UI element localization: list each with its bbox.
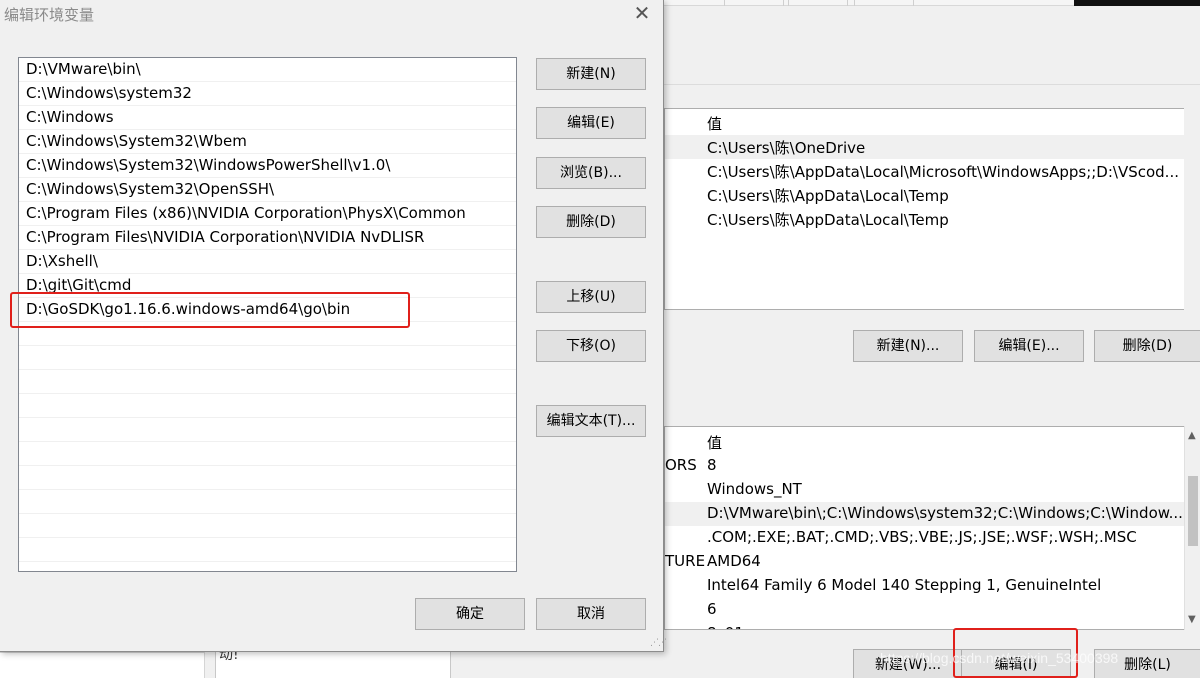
value-column-header[interactable]: 值 xyxy=(707,432,722,453)
move-up-button[interactable]: 上移(U) xyxy=(536,281,646,313)
list-item[interactable]: C:\Program Files (x86)\NVIDIA Corporatio… xyxy=(19,202,516,226)
empty-row xyxy=(19,514,516,538)
variable-value: 8 xyxy=(707,456,717,474)
user-variables-list[interactable]: 值 C:\Users\陈\OneDrive C:\Users\陈\AppData… xyxy=(664,108,1184,310)
variable-name: TURE xyxy=(665,552,706,570)
list-header[interactable]: 值 xyxy=(665,430,1184,454)
empty-row xyxy=(19,346,516,370)
path-entry: D:\VMware\bin\ xyxy=(26,60,141,78)
toolbar-dark-region xyxy=(1074,0,1200,6)
toolbar-tab[interactable] xyxy=(854,0,914,6)
empty-row xyxy=(19,466,516,490)
list-item[interactable]: C:\Windows\System32\WindowsPowerShell\v1… xyxy=(19,154,516,178)
cancel-button[interactable]: 取消 xyxy=(536,598,646,630)
variable-value: AMD64 xyxy=(707,552,761,570)
user-new-button[interactable]: 新建(N)... xyxy=(853,330,963,362)
list-item[interactable]: C:\Users\陈\AppData\Local\Microsoft\Windo… xyxy=(665,159,1184,183)
path-entry: D:\Xshell\ xyxy=(26,252,98,270)
close-icon[interactable]: ✕ xyxy=(620,0,664,28)
list-item[interactable]: .COM;.EXE;.BAT;.CMD;.VBS;.VBE;.JS;.JSE;.… xyxy=(665,526,1184,550)
variable-value: C:\Users\陈\OneDrive xyxy=(707,139,866,157)
list-item[interactable]: 8c01 xyxy=(665,622,1184,629)
list-item[interactable]: C:\Users\陈\OneDrive xyxy=(665,135,1184,159)
edit-button[interactable]: 编辑(E) xyxy=(536,107,646,139)
move-down-button[interactable]: 下移(O) xyxy=(536,330,646,362)
list-item[interactable]: D:\VMware\bin\ xyxy=(19,58,516,82)
variable-value: .COM;.EXE;.BAT;.CMD;.VBS;.VBE;.JS;.JSE;.… xyxy=(707,528,1137,546)
resize-grip-icon[interactable]: ⋰⋰ xyxy=(650,638,667,650)
value-column-header[interactable]: 值 xyxy=(707,113,722,134)
toolbar-tab[interactable] xyxy=(788,0,848,6)
list-item[interactable]: C:\Program Files\NVIDIA Corporation\NVID… xyxy=(19,226,516,250)
list-item[interactable]: ORS 8 xyxy=(665,454,1184,478)
list-item[interactable]: C:\Users\陈\AppData\Local\Temp xyxy=(665,207,1184,231)
list-item[interactable]: D:\Xshell\ xyxy=(19,250,516,274)
list-item[interactable]: Intel64 Family 6 Model 140 Stepping 1, G… xyxy=(665,574,1184,598)
list-item[interactable]: C:\Windows\System32\OpenSSH\ xyxy=(19,178,516,202)
new-button[interactable]: 新建(N) xyxy=(536,58,646,90)
variable-value: Intel64 Family 6 Model 140 Stepping 1, G… xyxy=(707,576,1102,594)
path-entry: D:\GoSDK\go1.16.6.windows-amd64\go\bin xyxy=(26,300,351,318)
path-entry: C:\Windows xyxy=(26,108,114,126)
empty-row xyxy=(19,442,516,466)
delete-button[interactable]: 删除(D) xyxy=(536,206,646,238)
variable-name: ORS xyxy=(665,456,697,474)
empty-row xyxy=(19,394,516,418)
list-item[interactable]: C:\Windows xyxy=(19,106,516,130)
variable-value: 6 xyxy=(707,600,717,618)
empty-row xyxy=(19,490,516,514)
watermark: https://blog.csdn.net/weixin_53400398 xyxy=(880,650,1119,666)
empty-row xyxy=(19,322,516,346)
list-item[interactable]: C:\Windows\System32\Wbem xyxy=(19,130,516,154)
variable-value: 8c01 xyxy=(707,624,744,629)
list-item[interactable]: C:\Users\陈\AppData\Local\Temp xyxy=(665,183,1184,207)
toolbar-tab[interactable] xyxy=(724,0,784,6)
variable-value: C:\Users\陈\AppData\Local\Temp xyxy=(707,187,949,205)
list-item-selected[interactable]: D:\VMware\bin\;C:\Windows\system32;C:\Wi… xyxy=(665,502,1184,526)
variable-value: D:\VMware\bin\;C:\Windows\system32;C:\Wi… xyxy=(707,504,1183,522)
divider xyxy=(664,84,1200,85)
empty-row xyxy=(19,538,516,562)
user-delete-button[interactable]: 删除(D) xyxy=(1094,330,1200,362)
path-entry: D:\git\Git\cmd xyxy=(26,276,132,294)
path-entry: C:\Windows\System32\WindowsPowerShell\v1… xyxy=(26,156,391,174)
list-item[interactable]: C:\Windows\system32 xyxy=(19,82,516,106)
list-item[interactable]: 6 xyxy=(665,598,1184,622)
scrollbar-thumb[interactable] xyxy=(1188,476,1198,546)
vertical-scrollbar[interactable]: ▲ ▼ xyxy=(1184,426,1200,630)
background-toolbar xyxy=(664,0,1200,6)
empty-row xyxy=(19,418,516,442)
background-panel xyxy=(0,652,205,678)
dialog-title: 编辑环境变量 xyxy=(4,6,95,24)
system-variables-list[interactable]: 值 ORS 8 Windows_NT D:\VMware\bin\;C:\Win… xyxy=(664,426,1184,630)
path-list[interactable]: D:\VMware\bin\ C:\Windows\system32 C:\Wi… xyxy=(18,57,517,572)
list-item[interactable]: D:\git\Git\cmd xyxy=(19,274,516,298)
list-header[interactable]: 值 xyxy=(665,111,1184,135)
path-entry: C:\Program Files (x86)\NVIDIA Corporatio… xyxy=(26,204,466,222)
empty-row xyxy=(19,370,516,394)
path-entry: C:\Windows\System32\OpenSSH\ xyxy=(26,180,275,198)
variable-value: Windows_NT xyxy=(707,480,802,498)
scroll-up-icon[interactable]: ▲ xyxy=(1188,430,1196,441)
edit-environment-variable-dialog: 编辑环境变量 ✕ D:\VMware\bin\ C:\Windows\syste… xyxy=(0,0,667,652)
list-item[interactable]: Windows_NT xyxy=(665,478,1184,502)
browse-button[interactable]: 浏览(B)... xyxy=(536,157,646,189)
variable-value: C:\Users\陈\AppData\Local\Temp xyxy=(707,211,949,229)
scroll-down-icon[interactable]: ▼ xyxy=(1188,614,1196,625)
ok-button[interactable]: 确定 xyxy=(415,598,525,630)
path-entry: C:\Program Files\NVIDIA Corporation\NVID… xyxy=(26,228,425,246)
edit-text-button[interactable]: 编辑文本(T)... xyxy=(536,405,646,437)
path-entry: C:\Windows\system32 xyxy=(26,84,192,102)
list-item[interactable]: D:\GoSDK\go1.16.6.windows-amd64\go\bin xyxy=(19,298,516,322)
path-entry: C:\Windows\System32\Wbem xyxy=(26,132,247,150)
user-edit-button[interactable]: 编辑(E)... xyxy=(974,330,1084,362)
list-item[interactable]: TURE AMD64 xyxy=(665,550,1184,574)
variable-value: C:\Users\陈\AppData\Local\Microsoft\Windo… xyxy=(707,163,1179,181)
